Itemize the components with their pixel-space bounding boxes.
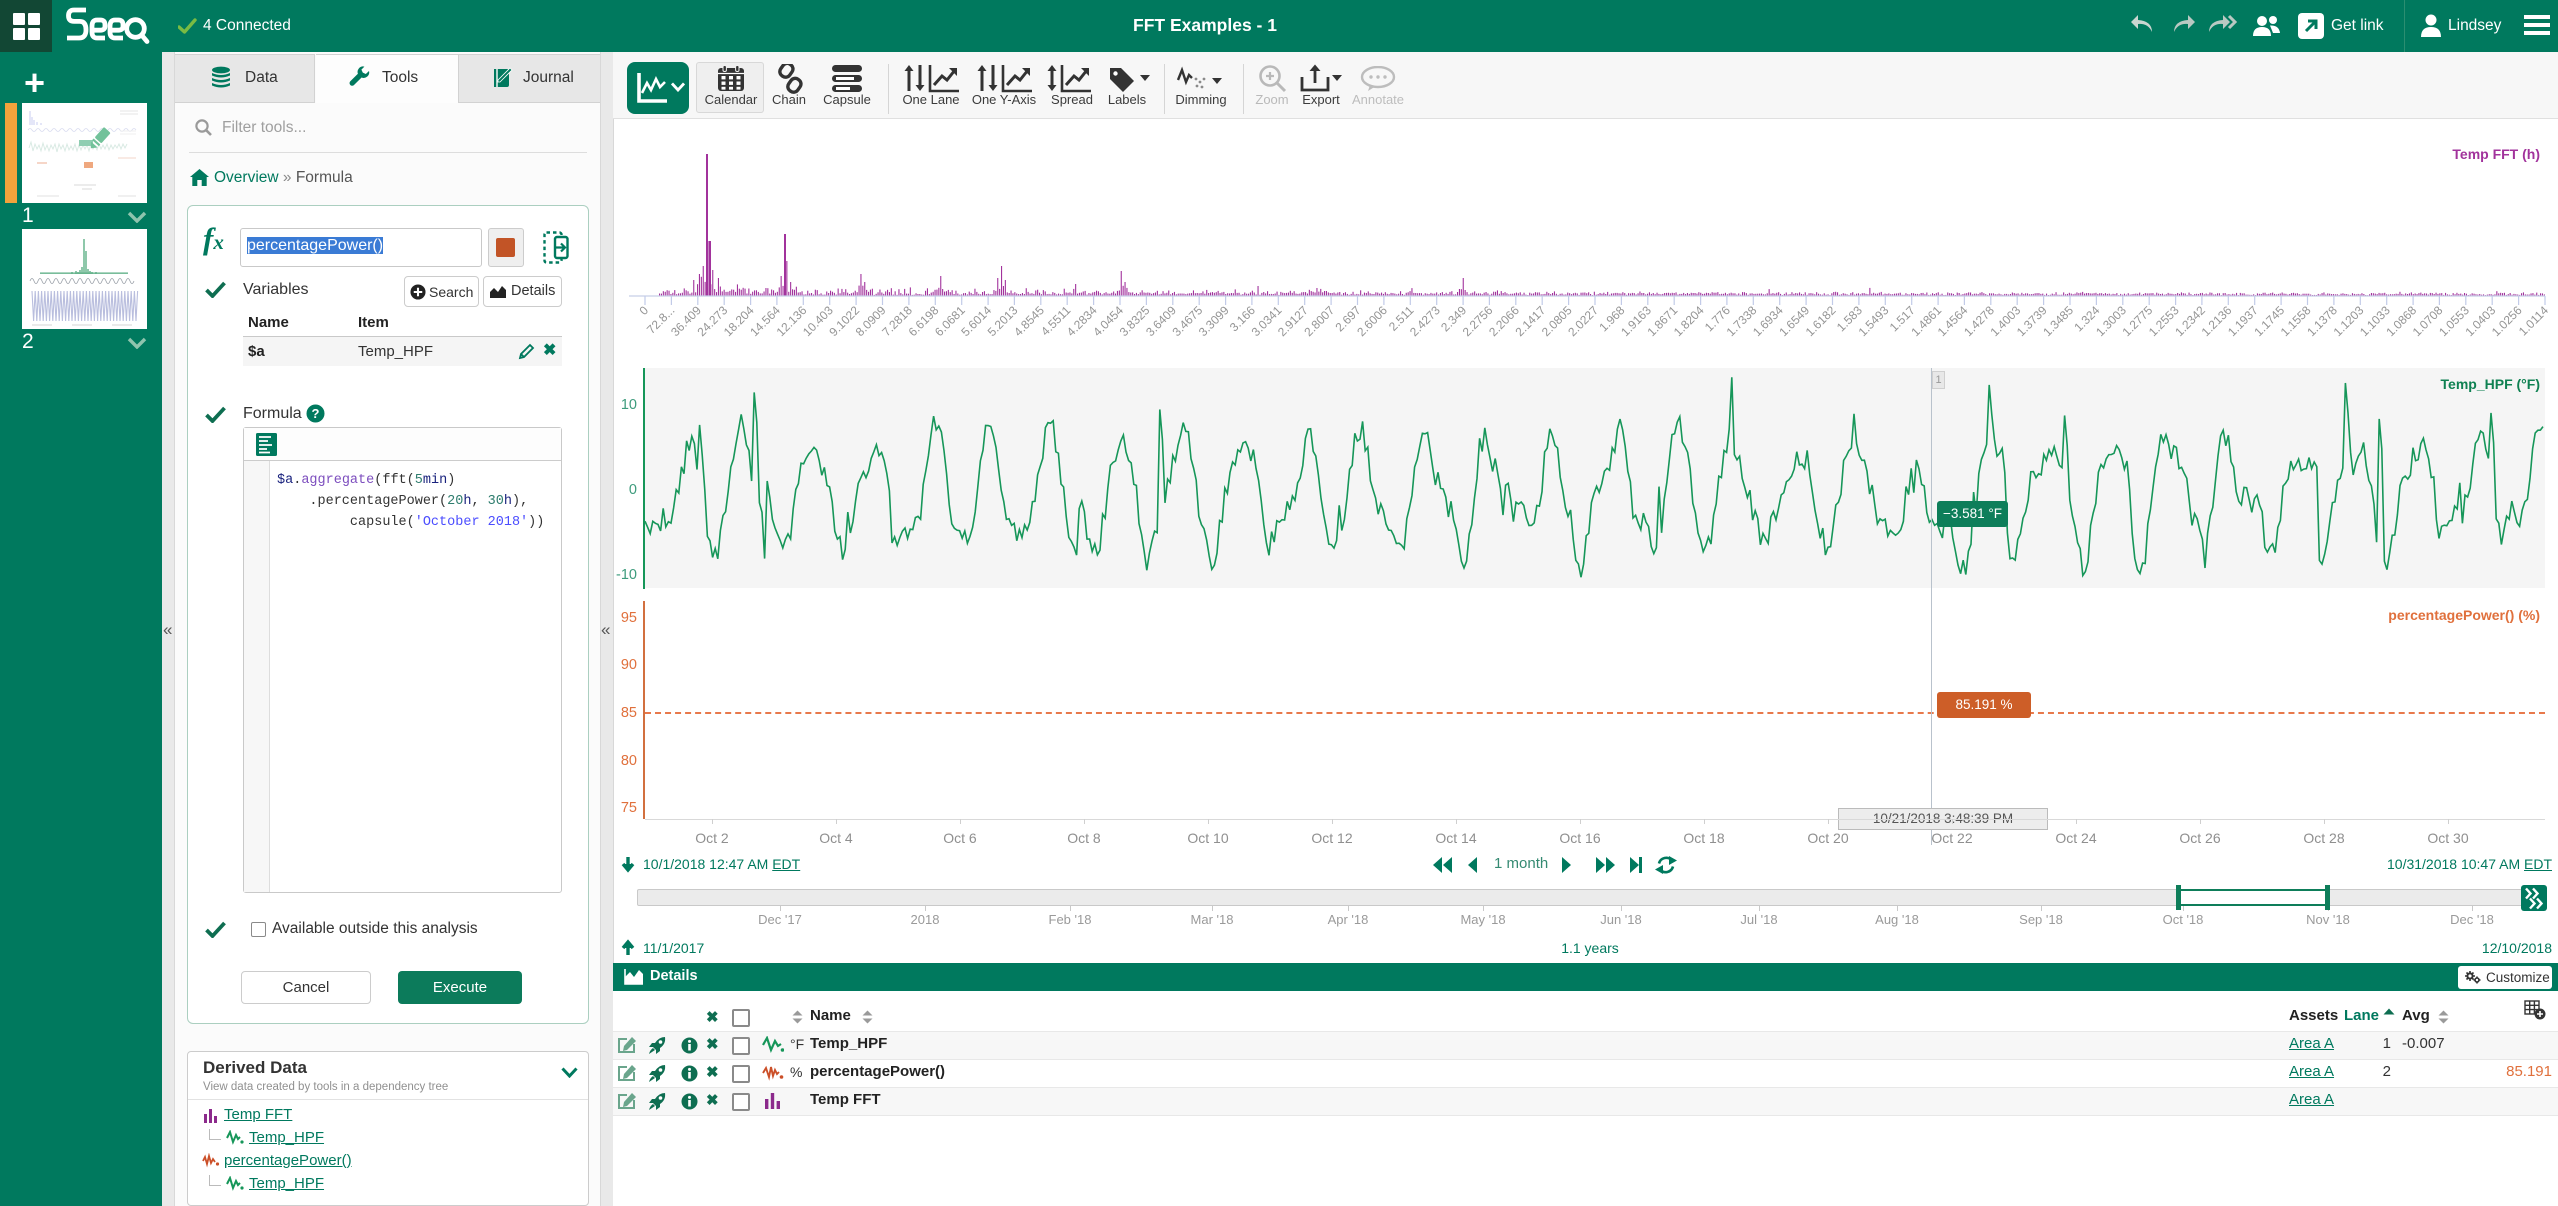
svg-text:1.6182: 1.6182 bbox=[1803, 303, 1839, 339]
svg-text:1.8204: 1.8204 bbox=[1671, 303, 1707, 339]
svg-text:1.0256: 1.0256 bbox=[2489, 303, 2525, 339]
svg-text:?: ? bbox=[312, 406, 320, 421]
svg-text:1.5493: 1.5493 bbox=[1856, 303, 1892, 339]
svg-text:1.0114: 1.0114 bbox=[2516, 303, 2551, 338]
svg-text:0: 0 bbox=[636, 303, 651, 318]
svg-text:1.3485: 1.3485 bbox=[2040, 303, 2076, 339]
svg-text:3.3099: 3.3099 bbox=[1196, 303, 1232, 339]
svg-text:2.0227: 2.0227 bbox=[1565, 303, 1601, 339]
svg-text:2.4273: 2.4273 bbox=[1407, 303, 1443, 339]
svg-text:2.6006: 2.6006 bbox=[1354, 303, 1390, 339]
svg-text:4.8545: 4.8545 bbox=[1011, 303, 1047, 339]
svg-text:2.8007: 2.8007 bbox=[1301, 303, 1337, 339]
